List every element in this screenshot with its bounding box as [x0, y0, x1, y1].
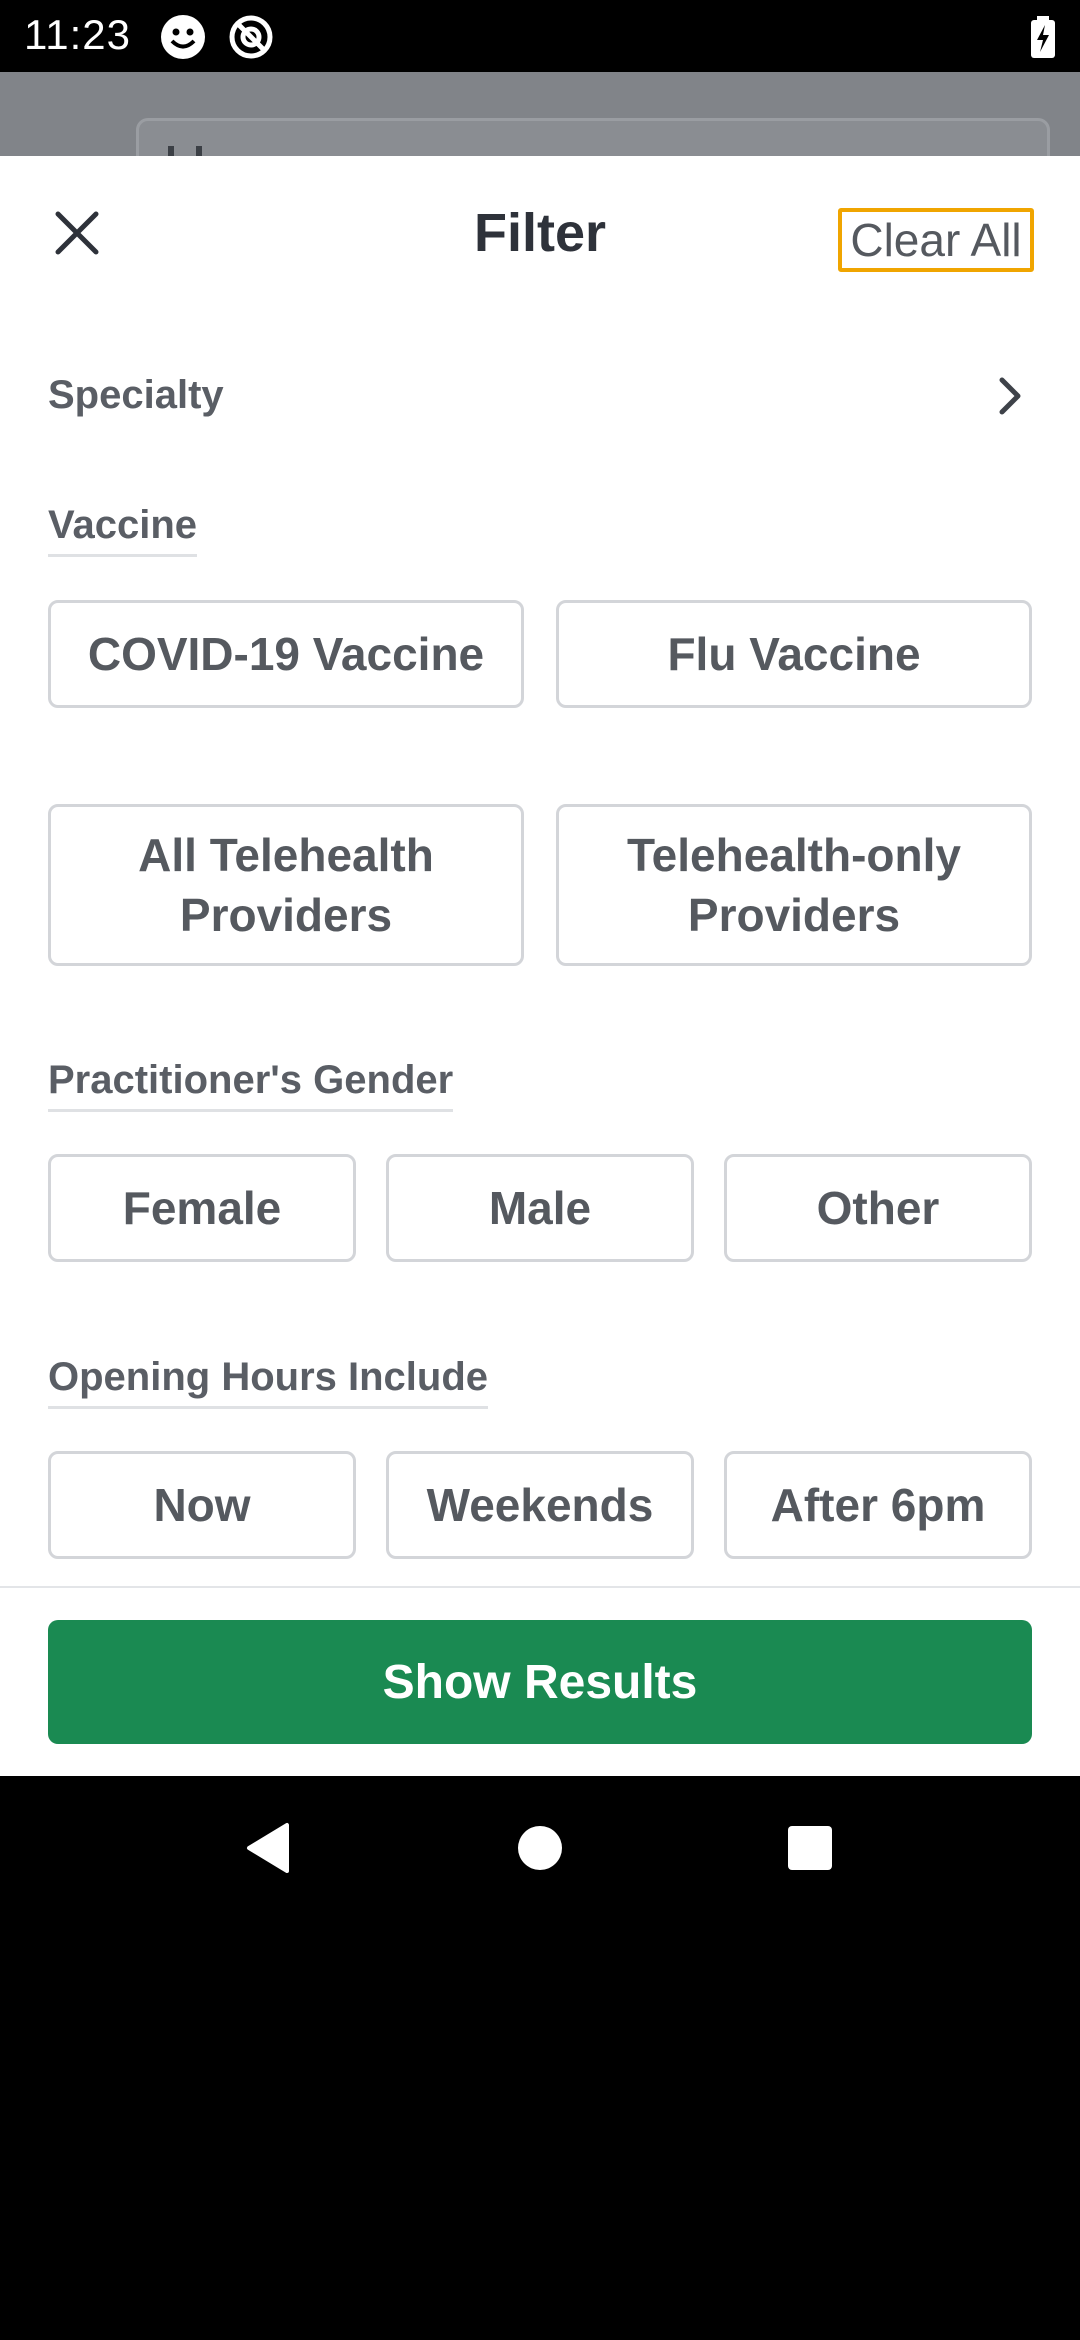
- recents-icon: [788, 1826, 832, 1870]
- opening-hours-heading: Opening Hours Include: [48, 1352, 489, 1409]
- all-telehealth-option[interactable]: All Telehealth Providers: [48, 804, 524, 966]
- footer-divider: [0, 1586, 1080, 1588]
- telehealth-only-option[interactable]: Telehealth-only Providers: [556, 804, 1032, 966]
- back-button[interactable]: [232, 1812, 304, 1884]
- status-bar: 11:23: [0, 0, 1080, 72]
- blank-area: [0, 1920, 1080, 2340]
- dimmed-background: [0, 72, 1080, 156]
- chevron-right-icon: [996, 376, 1024, 421]
- battery-charging-icon: [1030, 16, 1056, 58]
- gender-female-option[interactable]: Female: [48, 1154, 356, 1262]
- background-search-field: [136, 118, 1050, 156]
- at-sign-icon: [228, 14, 274, 60]
- hours-weekends-option[interactable]: Weekends: [386, 1451, 694, 1559]
- close-button[interactable]: [40, 196, 114, 270]
- covid-vaccine-option[interactable]: COVID-19 Vaccine: [48, 600, 524, 708]
- gender-other-option[interactable]: Other: [724, 1154, 1032, 1262]
- background-glyph: [168, 146, 202, 156]
- specialty-label: Specialty: [48, 373, 224, 417]
- hours-after-6pm-option[interactable]: After 6pm: [724, 1451, 1032, 1559]
- close-icon: [55, 211, 99, 255]
- clear-all-button[interactable]: Clear All: [838, 208, 1034, 272]
- filter-header: Filter Clear All: [0, 156, 1080, 316]
- navigation-bar: [0, 1776, 1080, 1920]
- gender-heading: Practitioner's Gender: [48, 1055, 454, 1112]
- home-icon: [518, 1826, 562, 1870]
- specialty-row[interactable]: Specialty: [0, 348, 1080, 444]
- status-time: 11:23: [24, 11, 131, 58]
- vaccine-heading: Vaccine: [48, 500, 198, 557]
- home-button[interactable]: [504, 1812, 576, 1884]
- filter-sheet: Filter Clear All Specialty Vaccine COVID…: [0, 156, 1080, 1776]
- back-icon: [247, 1823, 289, 1873]
- flu-vaccine-option[interactable]: Flu Vaccine: [556, 600, 1032, 708]
- smiley-icon: [160, 14, 206, 60]
- recents-button[interactable]: [774, 1812, 846, 1884]
- show-results-button[interactable]: Show Results: [48, 1620, 1032, 1744]
- hours-now-option[interactable]: Now: [48, 1451, 356, 1559]
- gender-male-option[interactable]: Male: [386, 1154, 694, 1262]
